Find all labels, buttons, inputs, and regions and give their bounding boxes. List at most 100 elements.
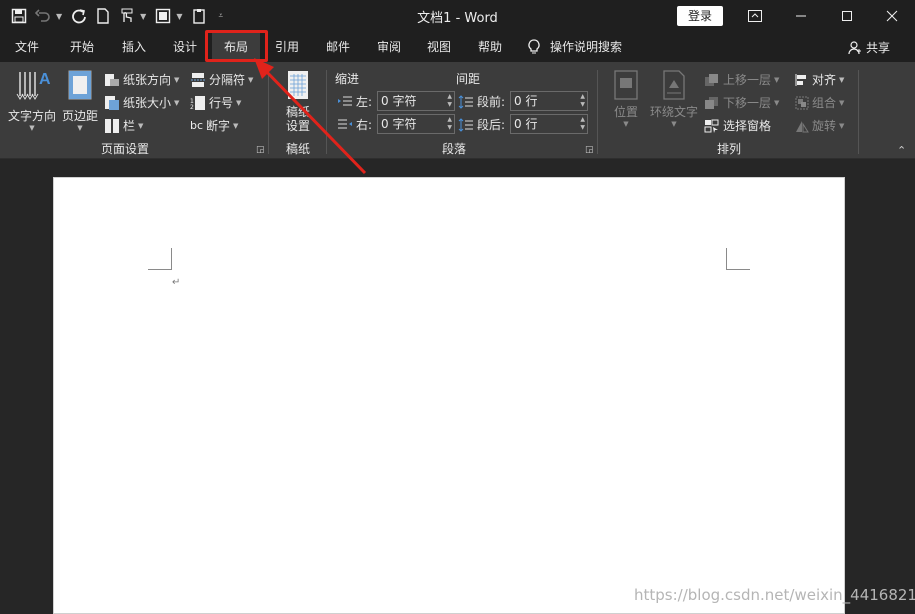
spinner-arrows-icon[interactable]: ▲ ▼ [447,116,452,132]
columns-dropdown-icon: ▼ [138,121,144,130]
send-backward-label: 下移一层 [723,96,772,110]
orientation-dropdown-icon: ▼ [174,75,180,84]
spacing-after-value: 0 行 [514,117,538,131]
tab-view[interactable]: 视图 [416,32,462,62]
wrap-text-dropdown-icon: ▼ [671,120,677,128]
spinner-arrows-icon[interactable]: ▲ ▼ [580,116,585,132]
spinner-arrows-icon[interactable]: ▲ ▼ [447,93,452,109]
hyphenation-button[interactable]: bc 断字 ▼ [190,117,238,134]
spacing-before-value: 0 行 [514,94,538,108]
group-button[interactable]: 组合 ▼ [795,94,844,111]
watermark-text: https://blog.csdn.net/weixin_44168217 [634,586,915,604]
bring-forward-dropdown-icon: ▼ [774,75,780,84]
hyphenation-dropdown-icon: ▼ [233,121,239,130]
paragraph-mark: ↵ [172,277,181,288]
margin-corner-top-left [148,248,172,270]
columns-icon [105,118,119,133]
columns-button[interactable]: 栏 ▼ [104,117,143,134]
position-button[interactable]: 位置 ▼ [604,70,648,128]
person-icon [848,40,861,54]
spacing-before-icon [458,94,473,109]
svg-text:A: A [39,71,50,88]
close-icon[interactable] [869,0,915,32]
align-icon [795,73,806,86]
spinner-arrows-icon[interactable]: ▲ ▼ [580,93,585,109]
bring-forward-label: 上移一层 [723,73,772,87]
text-direction-icon: A [16,71,51,100]
tell-me-label: 操作说明搜索 [550,40,623,54]
indent-right-value: 0 字符 [381,117,417,131]
title-bar: ▼ ▼ ▼ ⩡ 文档1 - Word 登录 [0,0,915,32]
maximize-icon[interactable] [824,0,870,32]
group-separator [597,70,598,154]
arrange-group-label: 排列 [716,142,741,156]
selection-pane-label: 选择窗格 [723,119,772,133]
paper-size-icon [105,95,119,110]
spacing-before-input[interactable]: 0 行 ▲ ▼ [510,91,588,111]
columns-label: 栏 [123,119,136,133]
text-direction-label: 文字方向 [7,109,56,123]
indent-left-value: 0 字符 [381,94,417,108]
position-label: 位置 [613,105,638,119]
size-button[interactable]: 纸张大小 ▼ [104,94,179,111]
rotate-label: 旋转 [812,119,837,133]
paragraph-group-label: 段落 [441,142,466,156]
position-dropdown-icon: ▼ [623,120,629,128]
spacing-after-label: 段后: [458,116,505,133]
text-direction-dropdown-icon: ▼ [29,124,35,132]
tab-insert[interactable]: 插入 [111,32,157,62]
selection-pane-button[interactable]: 选择窗格 [704,117,771,134]
collapse-ribbon-icon[interactable]: ⌃ [897,144,906,157]
share-label: 共享 [866,41,891,55]
size-dropdown-icon: ▼ [174,98,180,107]
paragraph-launcher-icon[interactable]: ◲ [585,145,594,155]
tab-help[interactable]: 帮助 [467,32,513,62]
share-button[interactable]: 共享 [848,39,890,56]
align-button[interactable]: 对齐 ▼ [795,71,844,88]
orientation-label: 纸张方向 [123,73,172,87]
indent-right-input[interactable]: 0 字符 ▲ ▼ [377,114,455,134]
spacing-before-label: 段前: [458,93,505,110]
send-backward-button[interactable]: 下移一层 ▼ [704,94,779,111]
spacing-after-icon [458,117,473,132]
rotate-button[interactable]: 旋转 ▼ [795,117,844,134]
indent-left-input[interactable]: 0 字符 ▲ ▼ [377,91,455,111]
ribbon-tab-bar: 文件 开始 插入 设计 布局 引用 邮件 审阅 视图 帮助 操作说明搜索 [0,32,915,62]
ribbon-display-options-icon[interactable] [732,0,778,32]
tab-file[interactable]: 文件 [4,32,50,62]
breaks-icon [191,72,205,87]
annotation-arrow-icon [254,58,367,175]
login-button[interactable]: 登录 [677,6,723,26]
selection-pane-icon [704,119,719,133]
align-dropdown-icon: ▼ [839,75,845,84]
hyphenation-label: 断字 [206,119,231,133]
page-setup-group-label: 页面设置 [100,142,149,156]
tab-design[interactable]: 设计 [162,32,208,62]
text-direction-button[interactable]: A 文字方向 ▼ [6,68,58,132]
spacing-after-input[interactable]: 0 行 ▲ ▼ [510,114,588,134]
line-numbers-button[interactable]: 12 行号 ▼ [190,94,241,111]
margins-button[interactable]: 页边距 ▼ [60,68,100,132]
wrap-text-button[interactable]: 环绕文字 ▼ [648,70,700,128]
align-label: 对齐 [812,73,837,87]
orientation-button[interactable]: 纸张方向 ▼ [104,71,179,88]
rotate-dropdown-icon: ▼ [839,121,845,130]
group-dropdown-icon: ▼ [839,98,845,107]
margins-label: 页边距 [61,109,98,123]
margin-corner-top-right [726,248,750,270]
minimize-icon[interactable] [778,0,824,32]
position-icon [614,70,638,100]
document-page[interactable] [53,177,845,614]
bring-forward-icon [705,73,718,86]
margins-dropdown-icon: ▼ [77,124,83,132]
svg-text:2: 2 [190,104,194,111]
tell-me-search[interactable]: 操作说明搜索 [528,32,638,62]
send-backward-icon [705,96,718,109]
tab-home[interactable]: 开始 [59,32,105,62]
wrap-text-label: 环绕文字 [649,105,698,119]
lightbulb-icon [528,39,540,54]
bring-forward-button[interactable]: 上移一层 ▼ [704,71,779,88]
hyphenation-icon: bc [190,119,204,132]
rotate-icon [796,120,809,132]
group-icon [795,96,809,109]
